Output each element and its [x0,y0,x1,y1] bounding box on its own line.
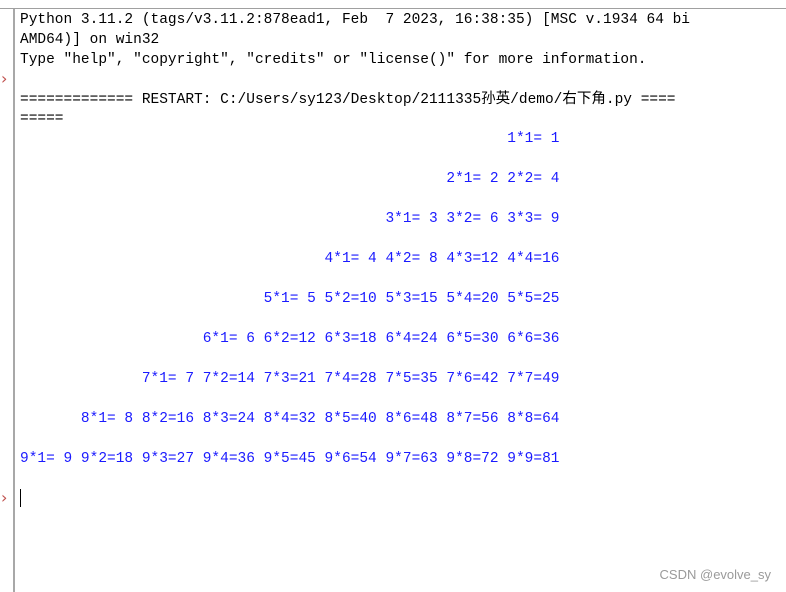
line-gutter: › › [0,9,13,592]
restart-line: ===== [20,111,64,127]
banner-line: AMD64)] on win32 [20,32,160,48]
watermark: CSDN @evolve_sy [659,567,771,582]
output-row-5: 5*1= 5 5*2=10 5*3=15 5*4=20 5*5=25 [20,291,560,307]
restart-line: ============= RESTART: C:/Users/sy123/De… [20,92,676,108]
output-row-1: 1*1= 1 [20,131,560,147]
gutter-divider [13,9,15,592]
output-row-9: 9*1= 9 9*2=18 9*3=27 9*4=36 9*5=45 9*6=5… [20,451,560,467]
prompt-chevron-icon: › [1,488,8,507]
output-row-2: 2*1= 2 2*2= 4 [20,171,560,187]
banner-line: Type "help", "copyright", "credits" or "… [20,52,647,68]
window-top-edge [0,0,786,9]
output-row-4: 4*1= 4 4*2= 8 4*3=12 4*4=16 [20,251,560,267]
python-shell-output[interactable]: Python 3.11.2 (tags/v3.11.2:878ead1, Feb… [20,9,786,592]
output-row-6: 6*1= 6 6*2=12 6*3=18 6*4=24 6*5=30 6*6=3… [20,331,560,347]
prompt-chevron-icon: › [1,69,8,88]
banner-line: Python 3.11.2 (tags/v3.11.2:878ead1, Feb… [20,12,691,28]
output-row-8: 8*1= 8 8*2=16 8*3=24 8*4=32 8*5=40 8*6=4… [20,411,560,427]
output-row-7: 7*1= 7 7*2=14 7*3=21 7*4=28 7*5=35 7*6=4… [20,371,560,387]
output-row-3: 3*1= 3 3*2= 6 3*3= 9 [20,211,560,227]
text-cursor[interactable] [20,489,21,507]
